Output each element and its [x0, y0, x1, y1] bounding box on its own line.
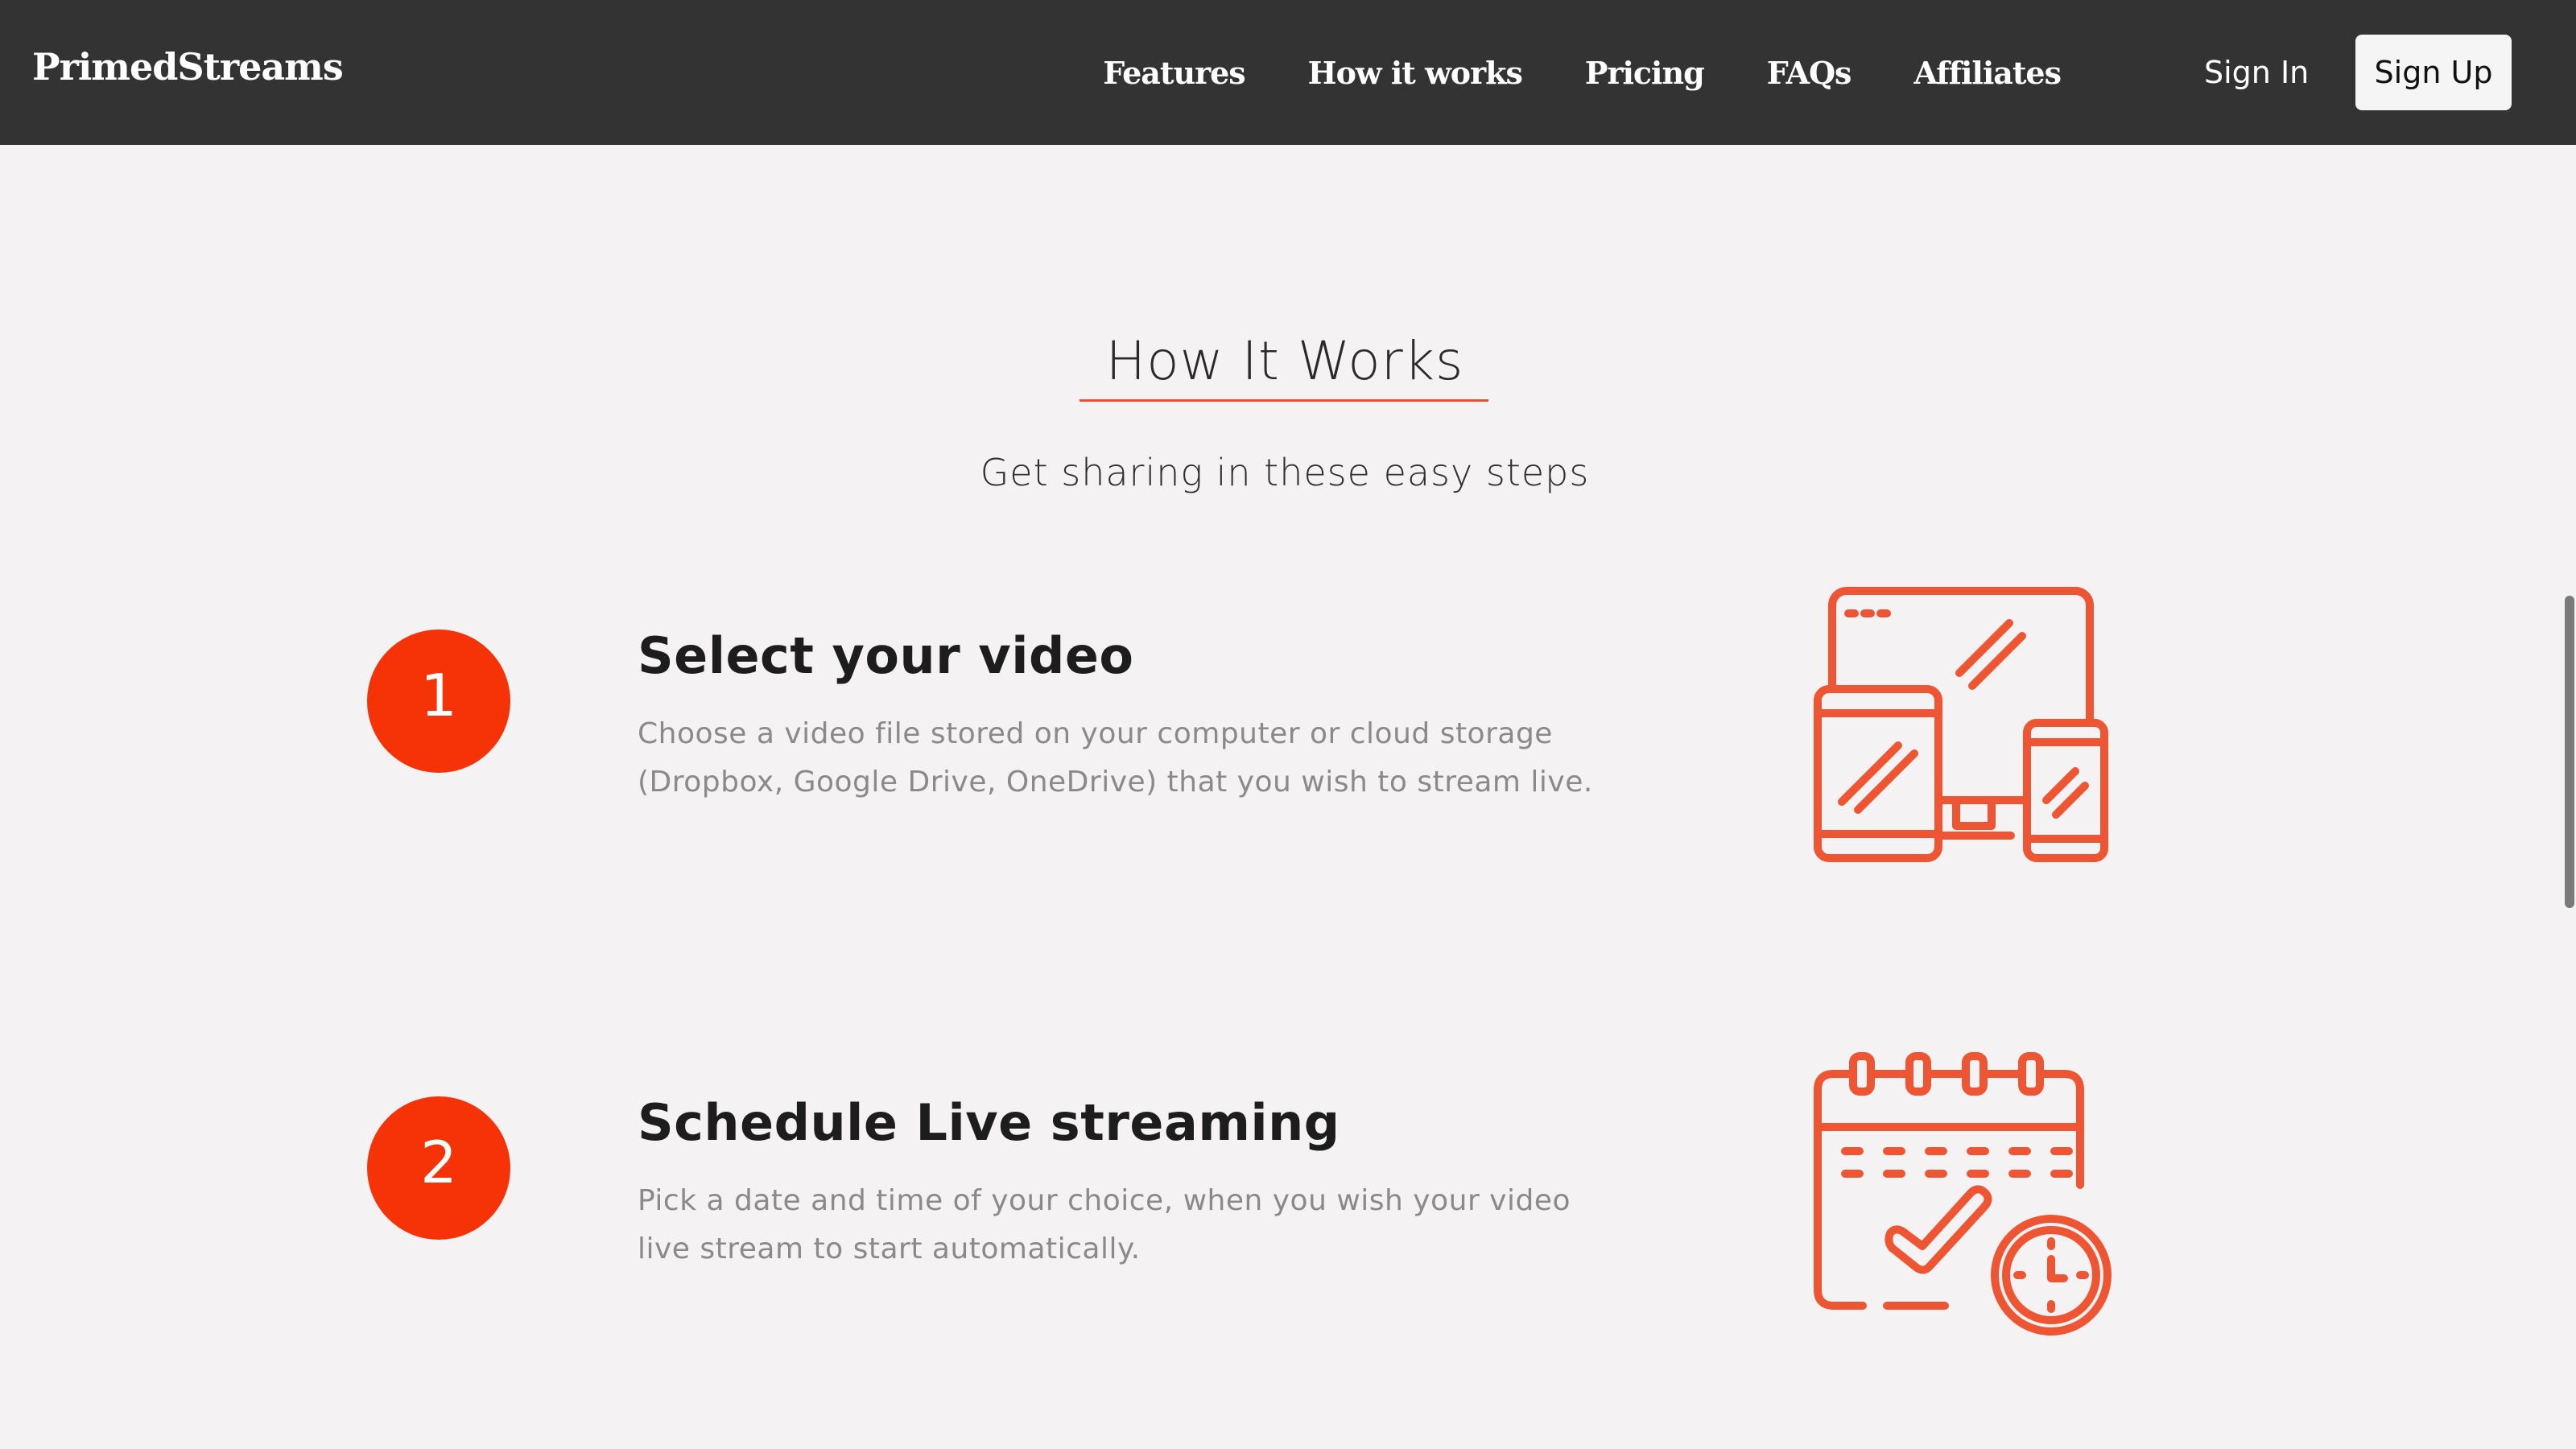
nav-link-pricing[interactable]: Pricing: [1585, 55, 1705, 91]
nav-link-affiliates[interactable]: Affiliates: [1913, 55, 2062, 91]
devices-icon: [1814, 587, 2108, 862]
navbar: PrimedStreams Features How it works Pric…: [0, 0, 2576, 145]
step-description: Choose a video file stored on your compu…: [638, 717, 1593, 799]
step-description: Pick a date and time of your choice, whe…: [638, 1184, 1571, 1265]
step-number-badge: 2: [367, 1096, 510, 1240]
sign-in-link[interactable]: Sign In: [2204, 55, 2309, 90]
nav-link-features[interactable]: Features: [1103, 55, 1245, 91]
calendar-clock-icon: [1814, 1052, 2112, 1335]
nav-link-faqs[interactable]: FAQs: [1767, 55, 1852, 91]
main-nav: Features How it works Pricing FAQs Affil…: [1103, 0, 2062, 145]
nav-link-how-it-works[interactable]: How it works: [1308, 55, 1523, 91]
title-underline: [1080, 399, 1488, 402]
section-subtitle: Get sharing in these easy steps: [980, 451, 1590, 494]
sign-up-button[interactable]: Sign Up: [2355, 35, 2512, 110]
step-number-badge: 1: [367, 630, 510, 773]
step-title: Schedule Live streaming: [638, 1093, 1340, 1152]
step-title: Select your video: [638, 626, 1134, 685]
scrollbar-thumb[interactable]: [2565, 596, 2574, 908]
section-title: How It Works: [1105, 330, 1464, 392]
brand-logo[interactable]: PrimedStreams: [32, 45, 344, 89]
